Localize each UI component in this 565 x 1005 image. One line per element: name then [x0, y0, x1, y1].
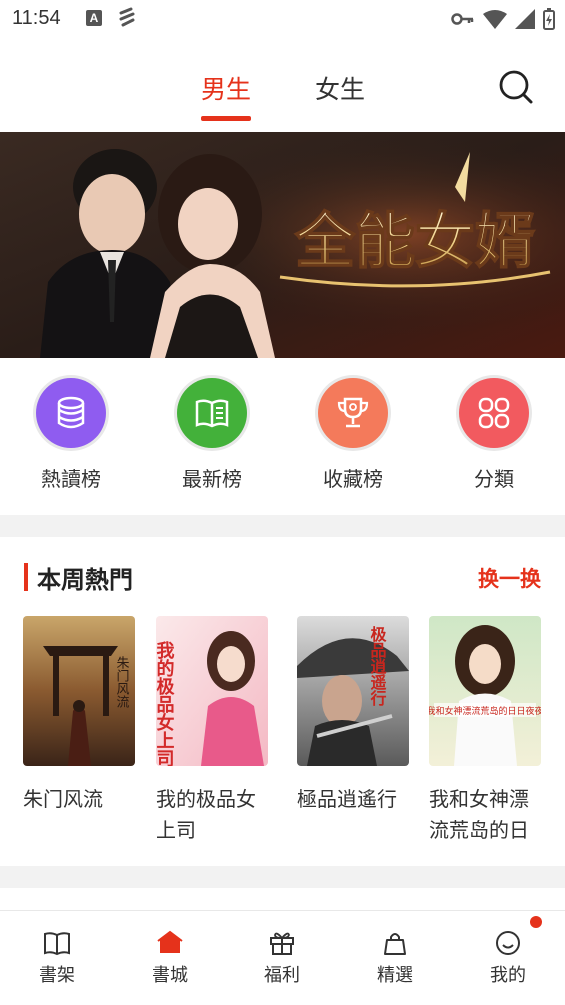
trophy-icon	[318, 378, 388, 448]
book-cover: 朱门风流	[23, 616, 135, 766]
nav-label: 福利	[264, 965, 300, 986]
book-list: 朱门风流 朱门风流 我的极品女上司 我的极品女上司 极品逍遥行 極品逍遙行 我和…	[0, 616, 565, 856]
category-label: 分類	[474, 467, 514, 491]
nav-label: 書架	[39, 965, 75, 986]
nav-benefits[interactable]: 福利	[242, 929, 322, 987]
category-hot-read[interactable]: 熱讀榜	[21, 378, 121, 492]
book-cover: 我的极品女上司	[156, 616, 268, 766]
section-title: 本周熱門	[37, 566, 133, 594]
category-latest[interactable]: 最新榜	[162, 378, 262, 492]
category-label: 收藏榜	[323, 467, 383, 491]
battery-icon	[543, 8, 555, 30]
nav-bookstore[interactable]: 書城	[130, 929, 210, 987]
key-icon	[451, 13, 474, 25]
section-header: 本周熱門 换一换	[0, 560, 565, 600]
bookstore-icon	[157, 930, 183, 953]
cover-title: 我和女神漂流荒岛的日日夜夜	[429, 705, 541, 717]
book-item[interactable]: 我和女神漂流荒岛的日日夜夜 我和女神漂流荒岛的日	[429, 616, 543, 846]
wifi-icon	[483, 10, 507, 29]
cover-title: 朱门风流	[114, 656, 130, 708]
status-icons	[451, 8, 555, 30]
gift-icon	[270, 932, 294, 955]
search-icon[interactable]	[497, 68, 537, 108]
status-time: 11:54	[12, 7, 61, 29]
tab-indicator	[201, 116, 251, 121]
tab-male[interactable]: 男生	[201, 70, 251, 106]
nav-featured[interactable]: 精選	[355, 929, 435, 987]
smile-icon	[496, 931, 520, 955]
book-title: 極品逍遙行	[297, 787, 397, 811]
nav-bookshelf[interactable]: 書架	[17, 929, 97, 987]
category-shortcuts: 熱讀榜 最新榜 收藏榜 分類	[0, 378, 565, 498]
category-label: 熱讀榜	[41, 467, 101, 491]
book-item[interactable]: 朱门风流 朱门风流	[23, 616, 137, 846]
database-icon	[36, 378, 106, 448]
refresh-button[interactable]: 换一换	[478, 563, 541, 593]
signal-icon	[515, 9, 535, 29]
nav-label: 精選	[377, 965, 413, 986]
nav-label: 我的	[490, 965, 526, 986]
banner[interactable]: 全能女婿	[0, 132, 565, 358]
bookshelf-icon	[44, 932, 70, 956]
book-title: 朱门风流	[23, 787, 103, 811]
divider	[0, 515, 565, 537]
book-cover: 我和女神漂流荒岛的日日夜夜	[429, 616, 541, 766]
notification-a-icon: A	[86, 10, 102, 26]
cover-title: 极品逍遥行	[368, 625, 388, 707]
section-accent-bar	[24, 563, 28, 591]
bag-icon	[384, 933, 406, 955]
tab-female[interactable]: 女生	[315, 70, 365, 106]
bolt-icon	[119, 7, 135, 27]
book-title: 我的极品女上司	[156, 787, 256, 842]
top-tabs: 男生 女生	[0, 50, 565, 132]
nav-label: 書城	[152, 965, 188, 986]
category-label: 最新榜	[182, 467, 242, 491]
nav-profile[interactable]: 我的	[468, 929, 548, 987]
cover-title: 我的极品女上司	[156, 641, 175, 766]
book-title: 我和女神漂流荒岛的日	[429, 787, 529, 842]
category-classify[interactable]: 分類	[444, 378, 544, 492]
banner-image: 全能女婿	[0, 132, 565, 358]
book-item[interactable]: 我的极品女上司 我的极品女上司	[156, 616, 270, 846]
status-bar: 11:54 A	[0, 0, 565, 40]
category-favorites[interactable]: 收藏榜	[303, 378, 403, 492]
banner-title: 全能女婿	[294, 207, 535, 277]
divider	[0, 866, 565, 888]
book-item[interactable]: 极品逍遥行 極品逍遙行	[297, 616, 411, 846]
notification-dot	[530, 916, 542, 928]
grid-icon	[459, 378, 529, 448]
open-book-icon	[177, 378, 247, 448]
book-cover: 极品逍遥行	[297, 616, 409, 766]
bottom-nav: 書架 書城 福利 精選 我的	[0, 910, 565, 1005]
